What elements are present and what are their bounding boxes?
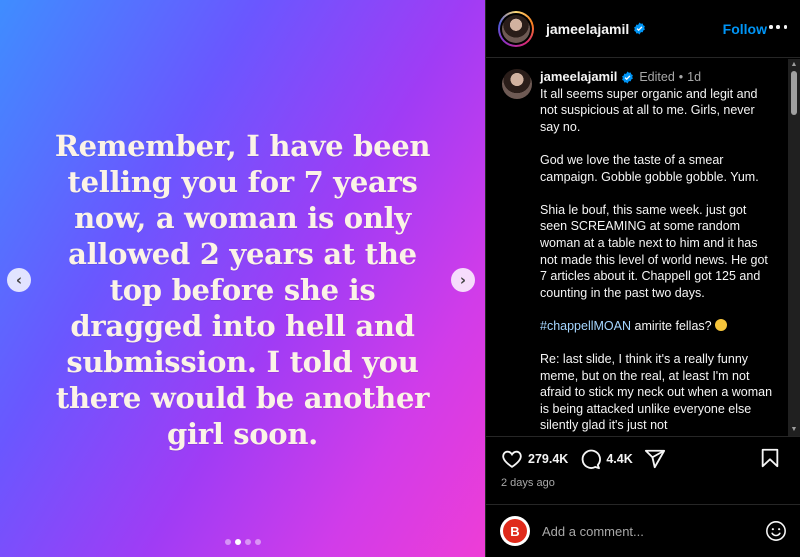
- viewer-avatar-letter: B: [503, 519, 527, 543]
- comments-scrollbar[interactable]: ▲ ▼: [788, 59, 800, 436]
- comment-paragraph-3: Shia le bouf, this same week. just got s…: [540, 202, 768, 300]
- edited-label: Edited: [639, 70, 675, 84]
- scroll-down-icon[interactable]: ▼: [790, 426, 798, 434]
- verified-badge-icon: [633, 22, 646, 35]
- slide-text: Remember, I have been telling you for 7 …: [54, 129, 431, 451]
- emoji-picker-icon[interactable]: [765, 520, 787, 542]
- share-paper-plane-icon[interactable]: [643, 447, 667, 471]
- carousel-dot-active: [234, 539, 241, 545]
- author-avatar[interactable]: [498, 10, 534, 47]
- carousel-next-button[interactable]: ›: [451, 268, 475, 292]
- hashtag-rest: amirite fellas?: [631, 318, 712, 333]
- author-username[interactable]: jameelajamil: [546, 21, 629, 37]
- post-side-panel: jameelajamil Follow jameelajamil Edited: [485, 0, 800, 557]
- scroll-up-icon[interactable]: ▲: [790, 61, 798, 69]
- like-heart-icon[interactable]: [500, 447, 524, 471]
- author-photo: [502, 14, 530, 43]
- comments-section[interactable]: jameelajamil Edited • 1d It all seems su…: [486, 59, 800, 436]
- post-media-carousel[interactable]: Remember, I have been telling you for 7 …: [0, 0, 485, 557]
- follow-button[interactable]: Follow: [723, 21, 767, 37]
- carousel-dot: [254, 539, 261, 545]
- more-options-icon[interactable]: [769, 19, 787, 35]
- hashtag-link[interactable]: #chappellMOAN: [540, 319, 631, 333]
- comment-bubble-icon[interactable]: [578, 447, 602, 471]
- carousel-prev-button[interactable]: ‹: [7, 268, 31, 292]
- comment-paragraph-2: God we love the taste of a smear campaig…: [540, 152, 759, 184]
- save-bookmark-icon[interactable]: [759, 447, 783, 471]
- caption-comment: jameelajamil Edited • 1d It all seems su…: [502, 69, 773, 436]
- comments-count[interactable]: 4.4K: [606, 452, 632, 466]
- comment-paragraph-1: It all seems super organic and legit and…: [540, 86, 758, 134]
- comment-paragraph-4: #chappellMOAN amirite fellas?: [540, 318, 773, 335]
- viewer-avatar[interactable]: B: [500, 516, 530, 546]
- post-actions: 279.4K 4.4K 2 days ago: [486, 436, 800, 504]
- scroll-thumb[interactable]: [791, 71, 797, 115]
- comment-paragraph-5: Re: last slide, I think it's a really fu…: [540, 352, 773, 433]
- post-timestamp[interactable]: 2 days ago: [501, 477, 555, 489]
- carousel-dots: [0, 539, 485, 545]
- comment-avatar[interactable]: [502, 69, 532, 99]
- instagram-post-modal: Remember, I have been telling you for 7 …: [0, 0, 800, 557]
- post-header: jameelajamil Follow: [486, 0, 800, 58]
- likes-count[interactable]: 279.4K: [528, 452, 568, 466]
- verified-badge-icon: [621, 71, 634, 84]
- comment-username[interactable]: jameelajamil: [540, 69, 617, 86]
- carousel-dot: [244, 539, 251, 545]
- comment-separator: •: [678, 70, 684, 84]
- comment-composer: B: [486, 504, 800, 557]
- carousel-dot: [224, 539, 231, 545]
- add-comment-input[interactable]: [542, 523, 765, 539]
- comment-time[interactable]: 1d: [687, 69, 701, 86]
- laughing-emoji-icon: [714, 318, 727, 331]
